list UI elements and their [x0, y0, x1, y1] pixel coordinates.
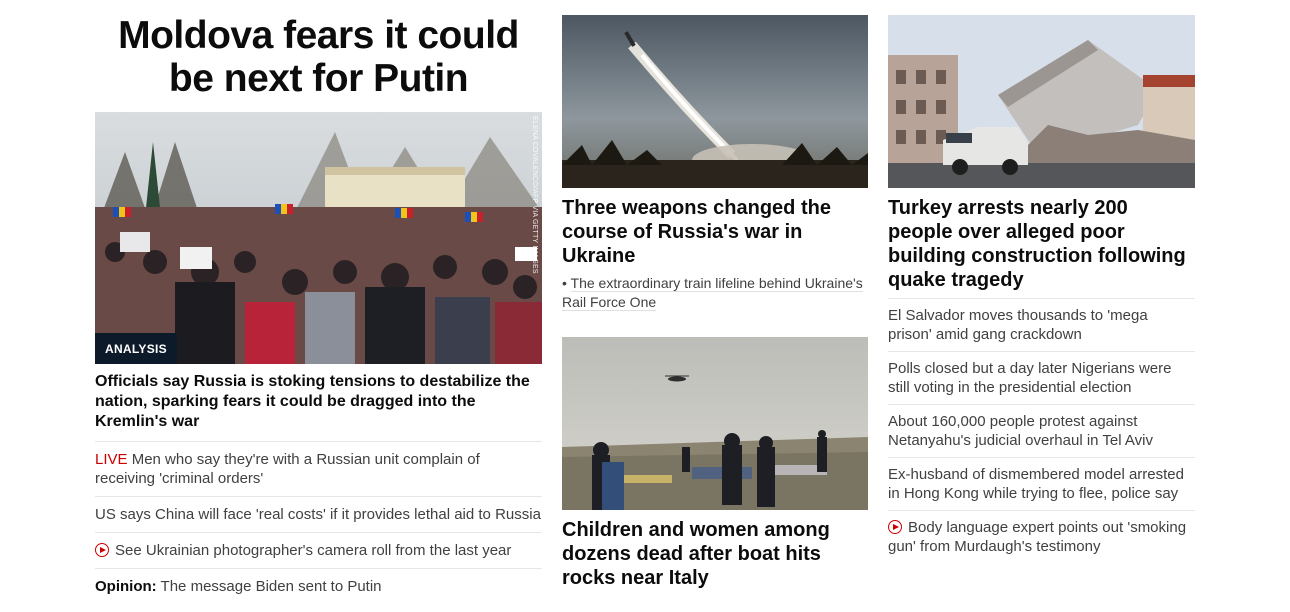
- lead-story: Moldova fears it could be next for Putin: [95, 0, 542, 604]
- card-title-italy[interactable]: Children and women among dozens dead aft…: [562, 518, 868, 590]
- list-item[interactable]: See Ukrainian photographer's camera roll…: [95, 533, 542, 569]
- collapsed-building-image: [888, 15, 1195, 188]
- play-icon: [95, 543, 109, 557]
- beach-police-image: [562, 337, 868, 510]
- lead-image[interactable]: ELENA COVALENCO/AFP VIA GETTY IMAGES ANA…: [95, 112, 542, 364]
- list-item-text[interactable]: Body language expert points out 'smoking…: [888, 519, 1186, 555]
- middle-column: Three weapons changed the course of Russ…: [562, 0, 868, 590]
- opinion-label: Opinion:: [95, 578, 157, 595]
- list-item-text[interactable]: Ex-husband of dismembered model arrested…: [888, 466, 1184, 502]
- lead-title[interactable]: Moldova fears it could be next for Putin: [95, 14, 542, 100]
- play-icon: [888, 520, 902, 534]
- related-link-text[interactable]: The extraordinary train lifeline behind …: [562, 275, 863, 311]
- list-item-text[interactable]: About 160,000 people protest against Net…: [888, 413, 1153, 449]
- lead-headline[interactable]: Officials say Russia is stoking tensions…: [95, 372, 542, 432]
- rocket-launch-image: [562, 15, 868, 188]
- italy-shipwreck-image[interactable]: [562, 337, 868, 510]
- list-item-text[interactable]: The message Biden sent to Putin: [157, 578, 382, 595]
- list-item[interactable]: About 160,000 people protest against Net…: [888, 405, 1195, 458]
- live-label: LIVE: [95, 451, 128, 468]
- list-item-text[interactable]: Men who say they're with a Russian unit …: [95, 451, 480, 487]
- list-item[interactable]: Opinion: The message Biden sent to Putin: [95, 569, 542, 604]
- list-item-text[interactable]: Polls closed but a day later Nigerians w…: [888, 360, 1171, 396]
- lead-related-list: LIVE Men who say they're with a Russian …: [95, 441, 542, 604]
- right-related-list: El Salvador moves thousands to 'mega pri…: [888, 298, 1195, 563]
- list-item[interactable]: Polls closed but a day later Nigerians w…: [888, 352, 1195, 405]
- right-column: Turkey arrests nearly 200 people over al…: [888, 0, 1195, 563]
- lead-title-link[interactable]: Moldova fears it could be next for Putin: [118, 14, 519, 100]
- list-item-text[interactable]: US says China will face 'real costs' if …: [95, 506, 541, 523]
- list-item[interactable]: El Salvador moves thousands to 'mega pri…: [888, 299, 1195, 352]
- lead-headline-link[interactable]: Officials say Russia is stoking tensions…: [95, 373, 530, 430]
- analysis-badge: ANALYSIS: [95, 333, 177, 364]
- card-title-link[interactable]: Turkey arrests nearly 200 people over al…: [888, 197, 1186, 291]
- card-title-link[interactable]: Three weapons changed the course of Russ…: [562, 197, 831, 267]
- turkey-quake-image[interactable]: [888, 15, 1195, 188]
- related-link[interactable]: • The extraordinary train lifeline behin…: [562, 274, 868, 314]
- image-credit: ELENA COVALENCO/AFP VIA GETTY IMAGES: [531, 116, 538, 274]
- list-item[interactable]: US says China will face 'real costs' if …: [95, 497, 542, 533]
- missile-image[interactable]: [562, 15, 868, 188]
- protest-crowd-image: [95, 112, 542, 364]
- list-item[interactable]: LIVE Men who say they're with a Russian …: [95, 442, 542, 497]
- card-title-turkey[interactable]: Turkey arrests nearly 200 people over al…: [888, 196, 1195, 292]
- card-title-link[interactable]: Children and women among dozens dead aft…: [562, 519, 830, 589]
- card-title-weapons[interactable]: Three weapons changed the course of Russ…: [562, 196, 868, 268]
- list-item-text[interactable]: El Salvador moves thousands to 'mega pri…: [888, 307, 1148, 343]
- list-item[interactable]: Body language expert points out 'smoking…: [888, 511, 1195, 563]
- list-item[interactable]: Ex-husband of dismembered model arrested…: [888, 458, 1195, 511]
- list-item-text[interactable]: See Ukrainian photographer's camera roll…: [115, 542, 511, 559]
